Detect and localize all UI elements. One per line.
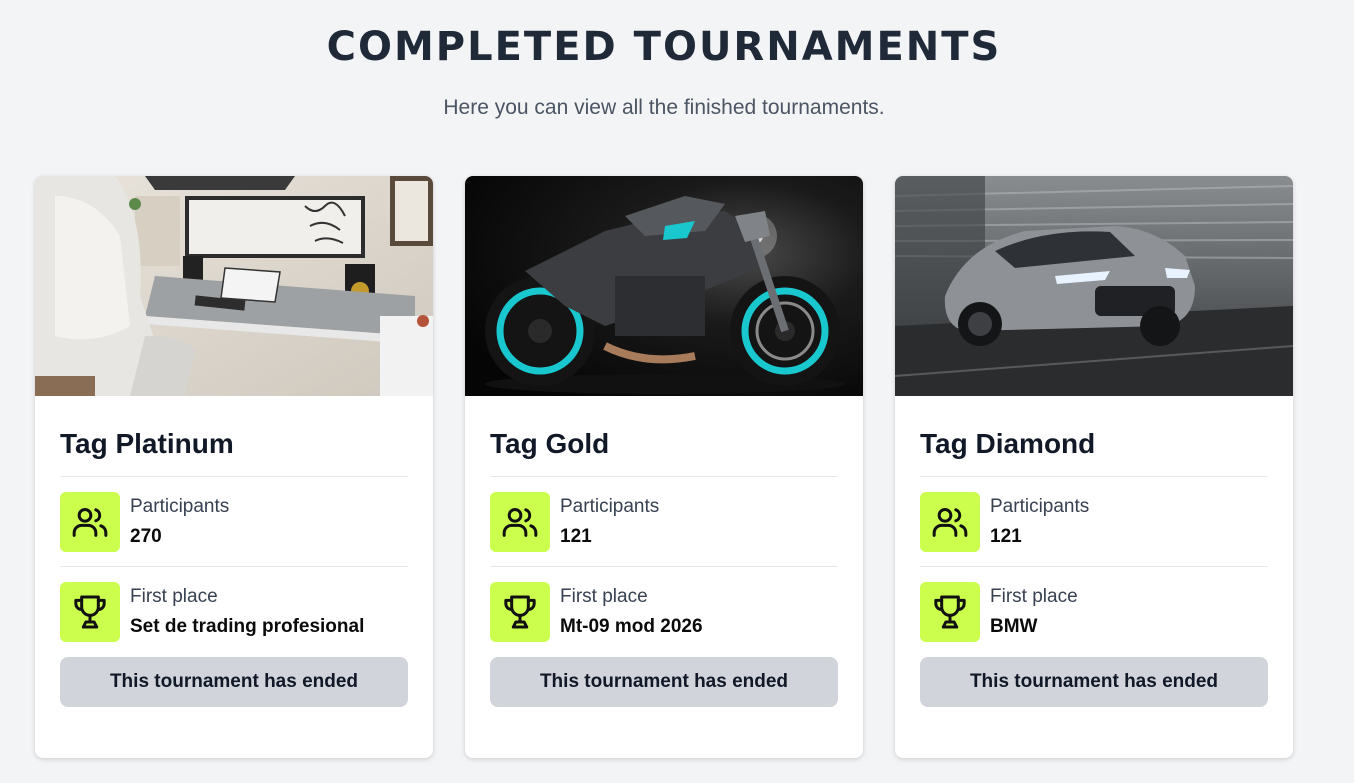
first-place-row: First place BMW: [920, 567, 1268, 657]
tournament-ended-button[interactable]: This tournament has ended: [60, 657, 408, 707]
participants-label: Participants: [990, 495, 1090, 517]
trophy-icon: [490, 582, 550, 642]
first-place-info: First place BMW: [990, 584, 1078, 640]
tournament-card: Tag Diamond Participants 121 First place…: [895, 176, 1293, 758]
participants-value: 121: [990, 525, 1022, 547]
first-place-label: First place: [560, 586, 648, 607]
participants-row: Participants 121: [920, 477, 1268, 567]
participants-label: Participants: [560, 495, 660, 517]
participants-info: Participants 270: [130, 494, 229, 550]
card-title: Tag Diamond: [920, 396, 1268, 477]
tournament-card: Tag Gold Participants 121 First place Mt…: [465, 176, 863, 758]
participants-label: Participants: [130, 495, 230, 517]
participants-info: Participants 121: [560, 494, 659, 550]
card-title: Tag Gold: [490, 396, 838, 477]
users-icon: [920, 491, 980, 552]
participants-value: 121: [560, 525, 592, 547]
first-place-row: First place Mt-09 mod 2026: [490, 567, 838, 657]
first-place-label: First place: [130, 586, 218, 607]
first-place-label: First place: [990, 586, 1078, 607]
first-place-row: First place Set de trading profesional: [60, 567, 408, 657]
tournament-ended-button[interactable]: This tournament has ended: [920, 657, 1268, 707]
participants-info: Participants 121: [990, 494, 1089, 550]
trophy-icon: [60, 582, 120, 642]
participants-row: Participants 270: [60, 477, 408, 567]
first-place-value: BMW: [990, 616, 1038, 637]
first-place-info: First place Set de trading profesional: [130, 584, 364, 640]
users-icon: [490, 491, 550, 552]
sports-car-image: [895, 176, 1293, 396]
participants-row: Participants 121: [490, 477, 838, 567]
first-place-value: Set de trading profesional: [130, 616, 365, 637]
page-subtitle: Here you can view all the finished tourn…: [443, 96, 885, 119]
card-title: Tag Platinum: [60, 396, 408, 477]
trophy-icon: [920, 582, 980, 642]
tournament-card: Tag Platinum Participants 270 First plac…: [35, 176, 433, 758]
gaming-desk-setup-image: [35, 176, 433, 396]
tournament-cards: Tag Platinum Participants 270 First plac…: [35, 176, 1293, 758]
participants-value: 270: [130, 525, 162, 547]
first-place-value: Mt-09 mod 2026: [560, 616, 703, 637]
motorcycle-image: [465, 176, 863, 396]
tournament-ended-button[interactable]: This tournament has ended: [490, 657, 838, 707]
page: COMPLETED TOURNAMENTS Here you can view …: [0, 0, 1354, 783]
page-title: COMPLETED TOURNAMENTS: [326, 24, 1002, 70]
first-place-info: First place Mt-09 mod 2026: [560, 584, 703, 640]
users-icon: [60, 491, 120, 552]
